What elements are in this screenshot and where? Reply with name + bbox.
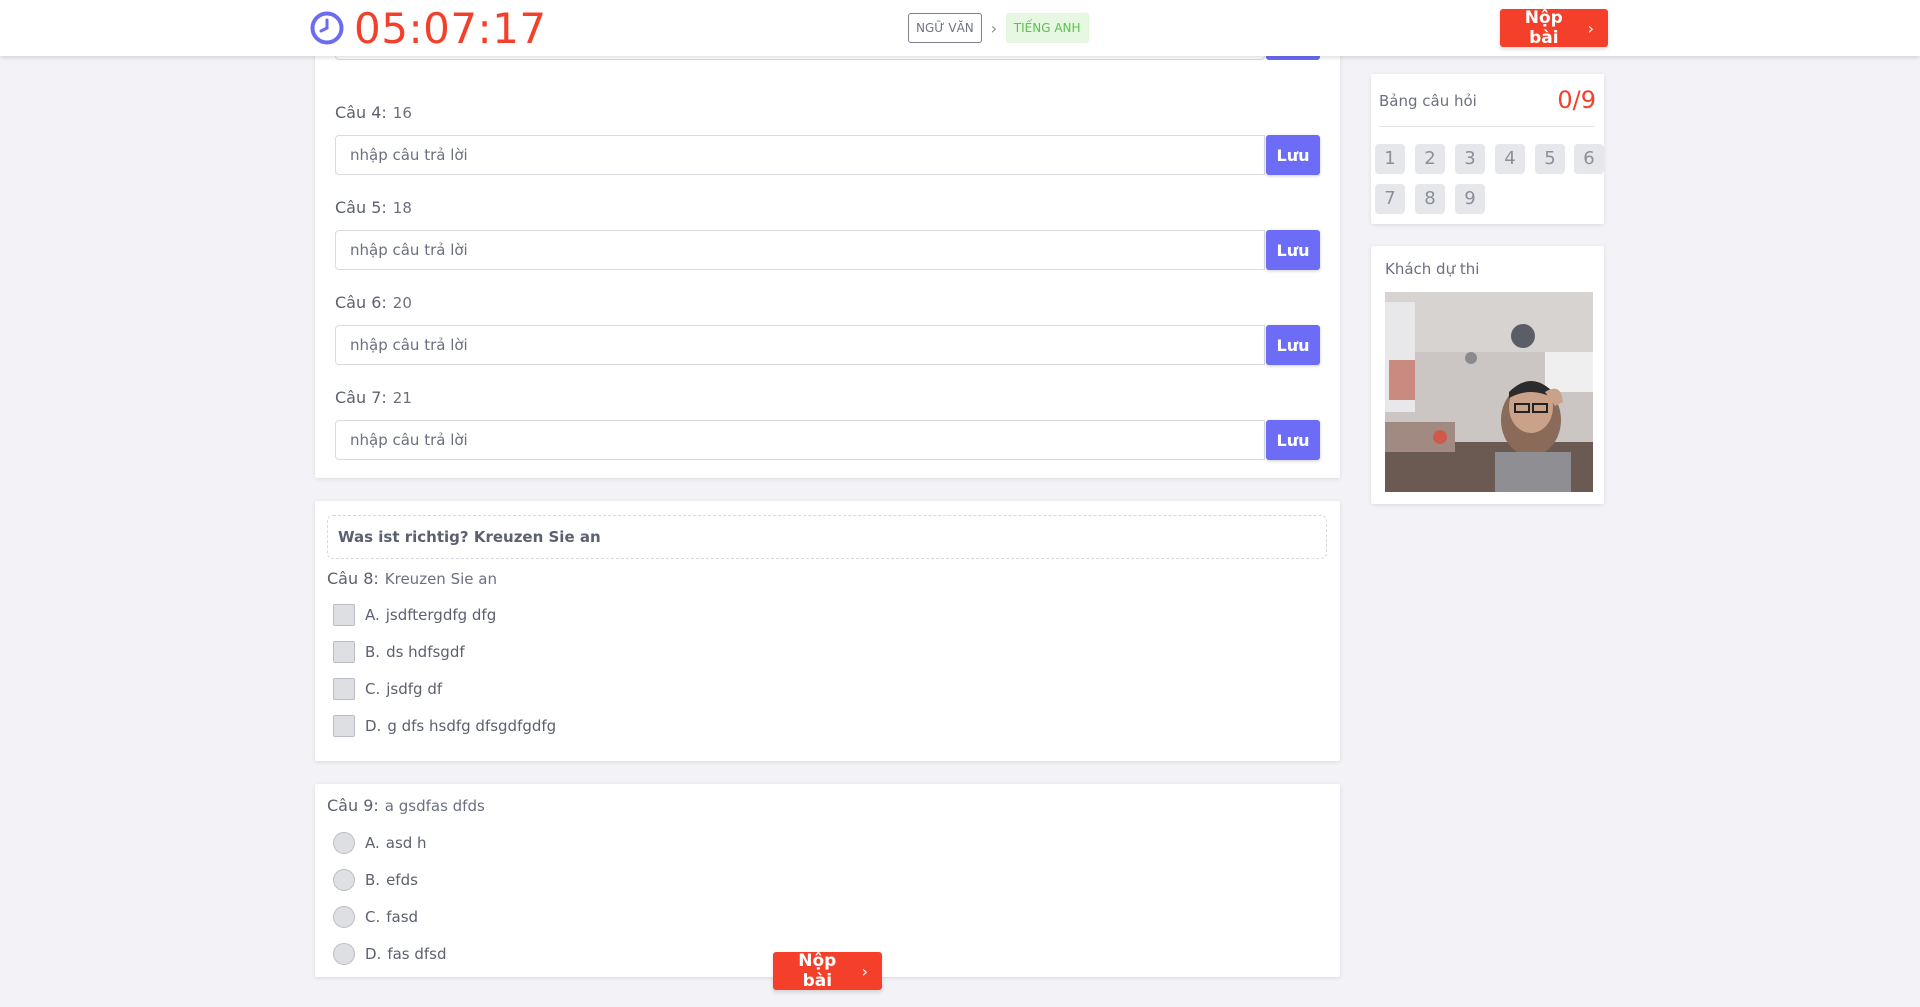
radio-button[interactable] — [333, 869, 355, 891]
question-label: Câu 8: Kreuzen Sie an — [327, 569, 497, 588]
answered-count: 0/9 — [1557, 86, 1596, 114]
top-bar: 05:07:17 NGỮ VĂN › TIẾNG ANH Nộp bài › — [0, 0, 1920, 56]
chevron-right-icon: › — [1587, 18, 1594, 38]
save-button[interactable]: Lưu — [1266, 325, 1320, 365]
chevron-right-icon: › — [861, 961, 868, 981]
question-number: Câu 4: — [335, 103, 387, 122]
question-number: Câu 6: — [335, 293, 387, 312]
submit-label: Nộp bài — [798, 951, 837, 991]
option-text: efds — [386, 871, 418, 889]
option-letter: C. — [365, 908, 381, 926]
radio-button[interactable] — [333, 943, 355, 965]
answer-input[interactable]: nhập câu trả lời — [335, 135, 1265, 175]
question-card: Câu 9: a gsdfas dfds A. asd h B. efds C. … — [315, 784, 1340, 977]
question-board: Bảng câu hỏi 0/9 1 2 3 4 5 6 7 8 9 — [1371, 74, 1604, 224]
question-label: Câu 7: 21 — [335, 388, 412, 407]
question-label: Câu 6: 20 — [335, 293, 412, 312]
question-text: 18 — [392, 199, 412, 217]
question-nav-4[interactable]: 4 — [1495, 144, 1525, 174]
group-instruction: Was ist richtig? Kreuzen Sie an — [327, 515, 1327, 559]
option-text: asd h — [385, 834, 427, 852]
answer-row: nhập câu trả lời Lưu — [335, 230, 1340, 270]
option-text: jsdftergdfg dfg — [385, 606, 497, 624]
submit-button[interactable]: Nộp bài › — [1500, 8, 1608, 48]
timer-text: 05:07:17 — [354, 3, 547, 53]
option-text: ds hdfsgdf — [386, 643, 465, 661]
question-text: Kreuzen Sie an — [384, 570, 497, 588]
answer-input[interactable]: nhập câu trả lời — [335, 420, 1265, 460]
checkbox[interactable] — [333, 604, 355, 626]
question-nav-7[interactable]: 7 — [1375, 184, 1405, 214]
webcam-feed — [1385, 292, 1593, 492]
question-nav-2[interactable]: 2 — [1415, 144, 1445, 174]
submit-label: Nộp bài — [1524, 8, 1563, 48]
camera-panel-title: Khách dự thi — [1385, 260, 1480, 278]
radio-button[interactable] — [333, 832, 355, 854]
save-button[interactable]: Lưu — [1266, 420, 1320, 460]
question-text: a gsdfas dfds — [384, 797, 485, 815]
option-c[interactable]: C. fasd — [333, 904, 418, 930]
option-a[interactable]: A. asd h — [333, 830, 427, 856]
question-nav-5[interactable]: 5 — [1535, 144, 1565, 174]
radio-button[interactable] — [333, 906, 355, 928]
option-b[interactable]: B. ds hdfsgdf — [333, 639, 465, 665]
subject-tag-literature[interactable]: NGỮ VĂN — [908, 13, 982, 43]
option-letter: D. — [365, 945, 382, 963]
question-nav-9[interactable]: 9 — [1455, 184, 1485, 214]
question-nav-8[interactable]: 8 — [1415, 184, 1445, 214]
answer-row: nhập câu trả lời Lưu — [335, 420, 1340, 460]
option-text: fas dfsd — [387, 945, 447, 963]
checkbox[interactable] — [333, 641, 355, 663]
question-text: 16 — [392, 104, 412, 122]
option-letter: A. — [365, 834, 380, 852]
clock-icon — [310, 11, 344, 45]
option-c[interactable]: C. jsdfg df — [333, 676, 442, 702]
question-number: Câu 5: — [335, 198, 387, 217]
question-board-title: Bảng câu hỏi — [1379, 92, 1477, 110]
question-label: Câu 9: a gsdfas dfds — [327, 796, 485, 815]
question-nav-1[interactable]: 1 — [1375, 144, 1405, 174]
question-label: Câu 5: 18 — [335, 198, 412, 217]
option-b[interactable]: B. efds — [333, 867, 418, 893]
checkbox[interactable] — [333, 715, 355, 737]
question-text: 21 — [392, 389, 412, 407]
fill-in-questions-card: Câu 4: 16 nhập câu trả lời Lưu Câu 5: 18 n… — [315, 20, 1340, 478]
submit-button-bottom[interactable]: Nộp bài › — [773, 951, 882, 991]
chevron-right-icon: › — [990, 18, 997, 38]
option-d[interactable]: D. fas dfsd — [333, 941, 447, 967]
question-nav-6[interactable]: 6 — [1574, 144, 1604, 174]
webcam-image — [1385, 292, 1593, 492]
question-number: Câu 7: — [335, 388, 387, 407]
option-letter: A. — [365, 606, 380, 624]
option-letter: B. — [365, 643, 381, 661]
option-letter: C. — [365, 680, 381, 698]
option-text: g dfs hsdfg dfsgdfgdfg — [387, 717, 557, 735]
checkbox[interactable] — [333, 678, 355, 700]
option-a[interactable]: A. jsdftergdfg dfg — [333, 602, 496, 628]
option-letter: B. — [365, 871, 381, 889]
question-text: 20 — [392, 294, 412, 312]
divider — [1379, 126, 1594, 127]
countdown-timer: 05:07:17 — [310, 3, 547, 53]
subject-breadcrumb: NGỮ VĂN › TIẾNG ANH — [908, 13, 1089, 43]
question-label: Câu 4: 16 — [335, 103, 412, 122]
save-button[interactable]: Lưu — [1266, 135, 1320, 175]
question-number: Câu 8: — [327, 569, 379, 588]
answer-input[interactable]: nhập câu trả lời — [335, 325, 1265, 365]
option-d[interactable]: D. g dfs hsdfg dfsgdfgdfg — [333, 713, 556, 739]
subject-tag-english[interactable]: TIẾNG ANH — [1005, 13, 1089, 43]
save-button[interactable]: Lưu — [1266, 230, 1320, 270]
answer-row: nhập câu trả lời Lưu — [335, 135, 1340, 175]
answer-input[interactable]: nhập câu trả lời — [335, 230, 1265, 270]
question-number: Câu 9: — [327, 796, 379, 815]
examinee-camera-panel: Khách dự thi — [1371, 246, 1604, 504]
option-text: jsdfg df — [386, 680, 443, 698]
option-letter: D. — [365, 717, 382, 735]
option-text: fasd — [386, 908, 419, 926]
question-nav-3[interactable]: 3 — [1455, 144, 1485, 174]
answer-row: nhập câu trả lời Lưu — [335, 325, 1340, 365]
question-group-card: Was ist richtig? Kreuzen Sie an Câu 8: Kr… — [315, 501, 1340, 761]
